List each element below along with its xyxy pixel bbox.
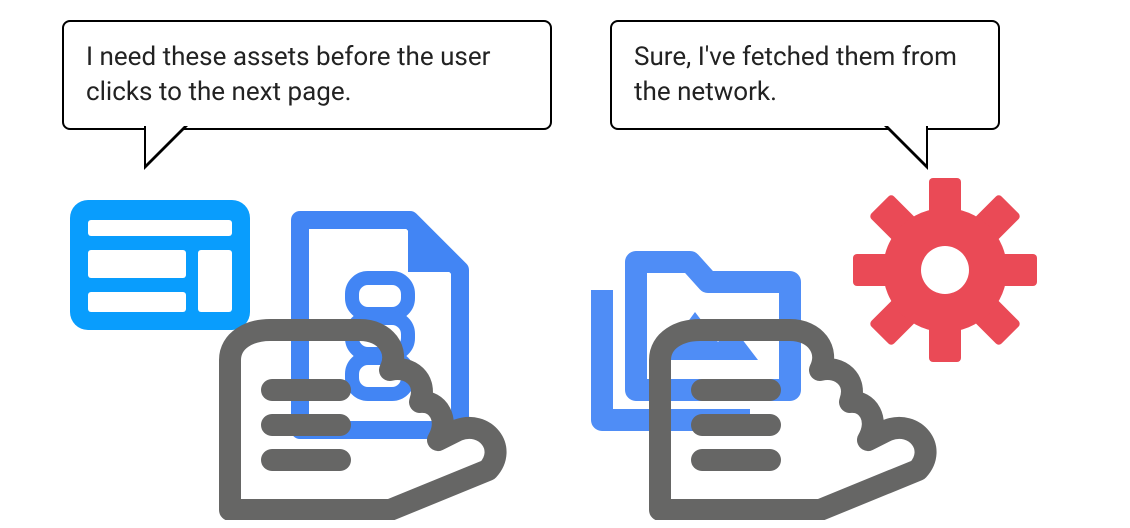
speech-bubble-right: Sure, I've fetched them from the network… — [610, 20, 1000, 130]
hand-giving-left-icon — [210, 310, 510, 524]
speech-text-right: Sure, I've fetched them from the network… — [634, 42, 957, 107]
speech-bubble-left: I need these assets before the user clic… — [62, 20, 552, 130]
gear-icon — [850, 175, 1040, 369]
speech-text-left: I need these assets before the user clic… — [86, 42, 490, 107]
